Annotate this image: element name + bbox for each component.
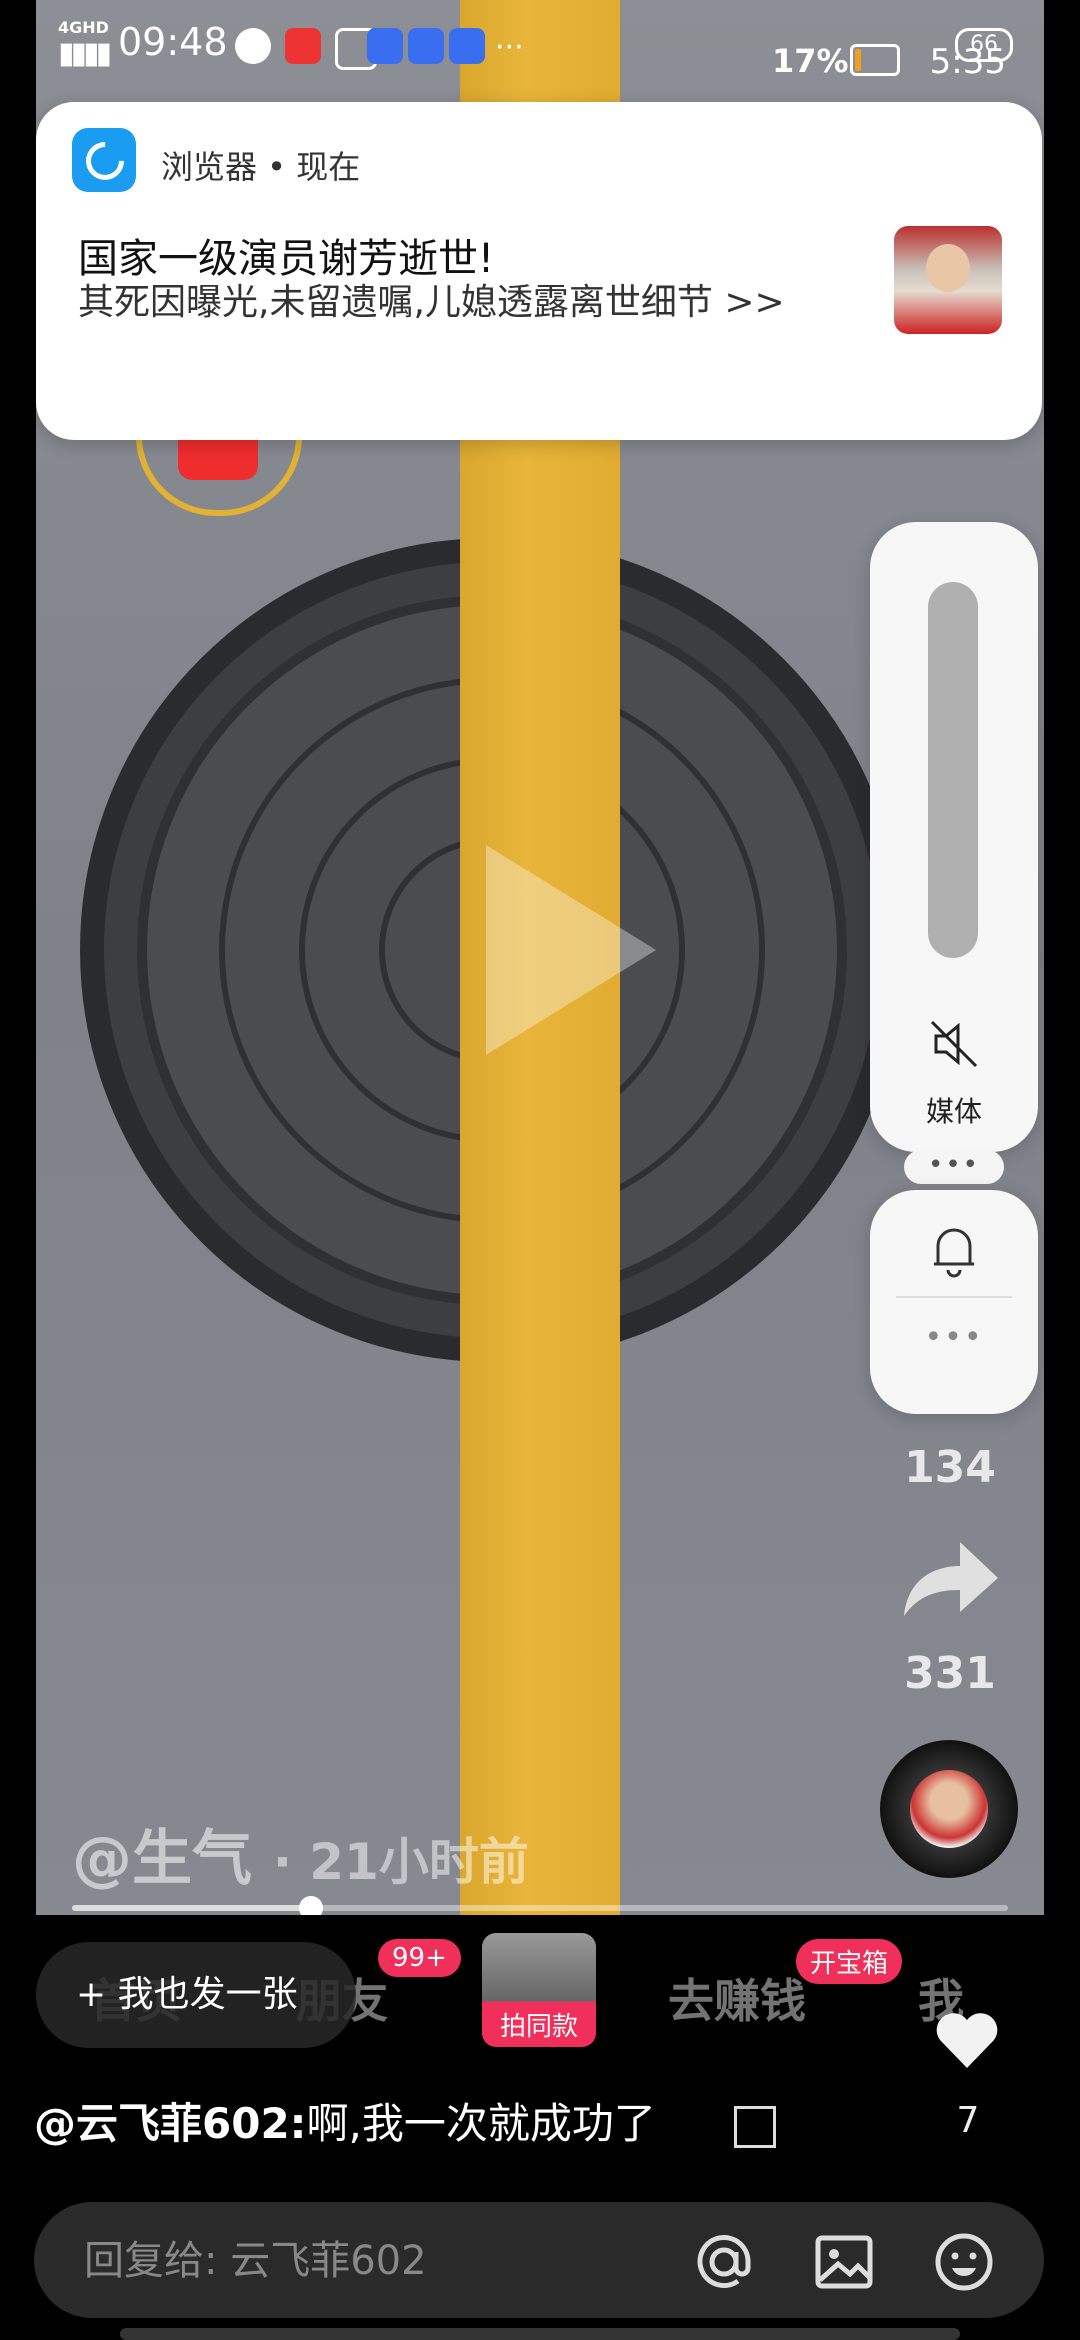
overflow-icon: ···	[495, 30, 524, 65]
status-time: 09:48	[118, 20, 228, 64]
bell-icon[interactable]	[926, 1220, 982, 1280]
battery-icon	[850, 44, 900, 76]
emoji-icon[interactable]	[932, 2230, 996, 2294]
reply-input[interactable]	[82, 2230, 686, 2292]
like-count: 7	[956, 2100, 980, 2141]
battery-percent: 17%	[772, 42, 849, 80]
ringtone-panel: •••	[870, 1190, 1038, 1414]
more-settings-icon[interactable]: •••	[870, 1320, 1038, 1355]
browser-app-icon	[72, 128, 136, 192]
gesture-bar	[120, 2328, 960, 2340]
author-name[interactable]: @生气	[72, 1824, 252, 1894]
comment-line: @云飞菲602:啊,我一次就成功了	[34, 2090, 656, 2151]
divider	[896, 1296, 1012, 1298]
same-style-label: 拍同款	[499, 2012, 578, 2042]
media-label: 媒体	[925, 1095, 982, 1128]
notification-title: 国家一级演员谢芳逝世!	[78, 236, 495, 282]
author-line: @生气 · 21小时前	[72, 1810, 529, 1897]
friends-badge: 99+	[378, 1939, 461, 1977]
speaker-mute-icon[interactable]	[926, 1016, 982, 1072]
notification-icon-2	[285, 28, 321, 64]
comment-text: 啊,我一次就成功了	[306, 2099, 656, 2148]
signal-icon: ▮▮▮▮	[58, 36, 112, 71]
media-volume-slider[interactable]	[928, 582, 978, 958]
notification-thumbnail	[894, 226, 1002, 334]
baidu-icon-3	[449, 28, 485, 64]
browser-notification[interactable]: 浏览器 • 现在 国家一级演员谢芳逝世! 其死因曝光,未留遗嘱,儿媳透露离世细节…	[36, 102, 1042, 440]
share-icon[interactable]	[898, 1536, 1002, 1620]
share-count: 331	[904, 1648, 996, 1699]
network-type: 4GHD	[58, 18, 109, 37]
mention-icon[interactable]	[692, 2230, 756, 2294]
progress-fill	[72, 1905, 311, 1911]
notification-body: 其死因曝光,未留遗嘱,儿媳透露离世细节 >>	[78, 282, 785, 323]
comment-user[interactable]: @云飞菲602:	[34, 2099, 306, 2148]
same-style-button[interactable]: 拍同款	[482, 1933, 596, 2047]
baidu-icon-2	[408, 28, 444, 64]
comment-checkbox[interactable]	[734, 2106, 776, 2148]
wifi-icon: 66	[955, 28, 1013, 62]
baidu-icon-1	[367, 28, 403, 64]
nav-earn[interactable]: 去赚钱	[668, 1965, 806, 2031]
status-bar: 4GHD ▮▮▮▮ 09:48 ··· 17% 5:35 66	[0, 0, 1080, 110]
play-icon[interactable]	[466, 835, 666, 1065]
screen: 4GHD ▮▮▮▮ 09:48 ··· 17% 5:35 66 浏览器 • 现在…	[0, 0, 1080, 2340]
image-icon[interactable]	[812, 2230, 876, 2294]
comment-count: 134	[904, 1442, 996, 1493]
heart-icon[interactable]	[934, 2010, 1000, 2070]
treasure-badge: 开宝箱	[796, 1939, 903, 1984]
music-disc-avatar[interactable]	[880, 1740, 1018, 1878]
reply-bar	[34, 2202, 1044, 2318]
volume-panel: 媒体	[870, 522, 1038, 1152]
post-also-button[interactable]: + 我也发一张	[36, 1942, 356, 2048]
volume-expand-dots[interactable]: •••	[904, 1150, 1004, 1184]
notification-app-name: 浏览器 • 现在	[161, 148, 361, 186]
post-time: · 21小时前	[272, 1833, 529, 1891]
notification-icon-1	[235, 28, 271, 64]
video-progress-bar[interactable]	[72, 1896, 1008, 1920]
